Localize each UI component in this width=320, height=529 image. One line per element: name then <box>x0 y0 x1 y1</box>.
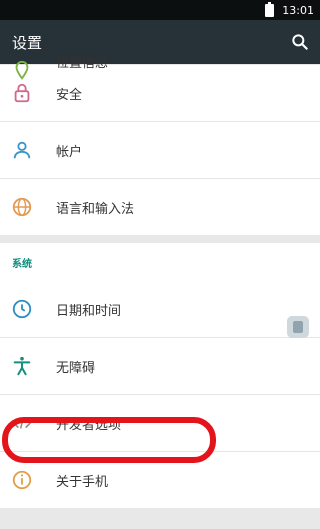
globe-icon <box>12 197 32 217</box>
battery-icon <box>265 1 275 17</box>
status-time: 13:01 <box>282 3 314 17</box>
item-label: 无障碍 <box>56 360 96 376</box>
item-label: 关于手机 <box>56 474 109 490</box>
floating-tool-icon[interactable] <box>287 316 309 338</box>
item-label: 日期和时间 <box>56 303 122 319</box>
list-item-security[interactable]: 安全 <box>0 65 320 121</box>
account-icon <box>13 141 31 159</box>
list-item-account[interactable]: 帐户 <box>0 122 320 178</box>
personal-card: 位置信息 安全 帐户 语言和输入法 <box>0 56 320 235</box>
info-icon <box>12 470 32 490</box>
list-item-accessibility[interactable]: 无障碍 <box>0 338 320 394</box>
accessibility-icon <box>13 356 31 376</box>
lock-icon <box>14 83 30 103</box>
system-card: 系统 日期和时间 无障碍 开发者选项 关于手机 <box>0 243 320 508</box>
app-bar: 设置 <box>0 20 320 64</box>
clock-icon <box>12 299 32 319</box>
item-label: 帐户 <box>56 144 83 160</box>
list-item-date-time[interactable]: 日期和时间 <box>0 281 320 337</box>
status-bar: 13:01 <box>0 0 320 20</box>
section-gap <box>0 235 320 243</box>
search-icon[interactable] <box>290 32 310 52</box>
item-label: 语言和输入法 <box>56 201 135 217</box>
list-item-language[interactable]: 语言和输入法 <box>0 179 320 235</box>
page-title: 设置 <box>12 33 43 52</box>
section-header-system: 系统 <box>12 258 32 270</box>
item-label: 安全 <box>56 87 83 103</box>
highlight-annotation <box>2 417 216 463</box>
